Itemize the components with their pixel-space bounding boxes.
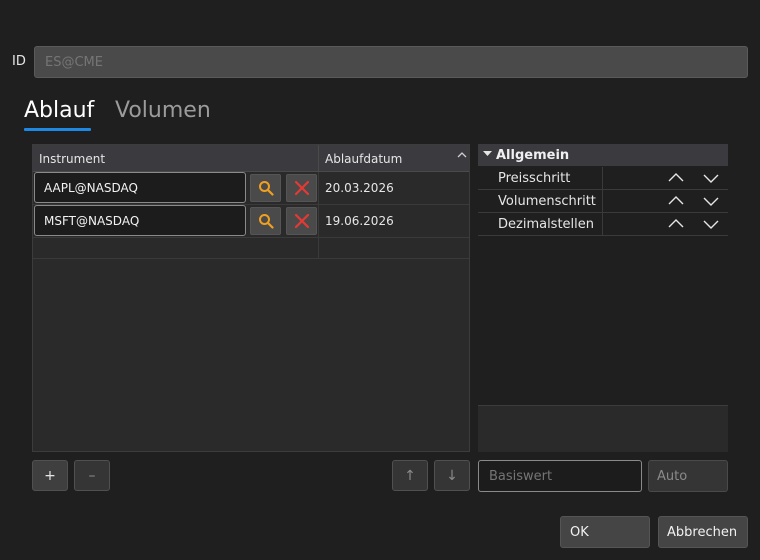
add-row-button[interactable]: +: [32, 460, 68, 491]
chevron-up-icon[interactable]: [666, 215, 686, 233]
property-separator: [602, 190, 603, 213]
tab-volumen[interactable]: Volumen: [115, 98, 211, 123]
id-label: ID: [12, 54, 26, 69]
instrument-table: Instrument Ablaufdatum 20.03.2026 19.06.…: [32, 144, 470, 452]
table-row-empty[interactable]: [33, 238, 469, 259]
chevron-down-icon[interactable]: [701, 192, 721, 210]
column-separator: [318, 145, 319, 172]
property-group-label: Allgemein: [496, 148, 570, 163]
property-description-panel: [478, 405, 728, 452]
table-header: Instrument Ablaufdatum: [33, 145, 469, 172]
property-label: Volumenschritt: [498, 194, 596, 209]
column-header-instrument[interactable]: Instrument: [39, 152, 105, 166]
search-icon: [258, 181, 274, 196]
column-separator: [318, 172, 319, 204]
close-icon: [294, 180, 309, 196]
collapse-triangle-icon[interactable]: [483, 149, 492, 161]
search-button[interactable]: [250, 207, 281, 235]
property-row-preisschritt: Preisschritt: [478, 167, 728, 190]
column-header-ablaufdatum[interactable]: Ablaufdatum: [325, 152, 402, 166]
property-label: Preisschritt: [498, 171, 571, 186]
expiry-date: 19.06.2026: [325, 214, 394, 228]
move-up-button[interactable]: ↑: [392, 460, 428, 491]
auto-button[interactable]: Auto: [648, 460, 728, 492]
chevron-down-icon[interactable]: [701, 215, 721, 233]
table-row: 20.03.2026: [33, 172, 469, 205]
chevron-up-icon[interactable]: [666, 169, 686, 187]
table-row: 19.06.2026: [33, 205, 469, 238]
active-tab-indicator: [24, 128, 91, 131]
cancel-button[interactable]: Abbrechen: [658, 516, 748, 548]
basiswert-input[interactable]: [478, 460, 642, 492]
property-label: Dezimalstellen: [498, 217, 595, 232]
search-icon: [258, 214, 274, 229]
column-separator: [318, 238, 319, 258]
search-button[interactable]: [250, 174, 281, 202]
ok-button[interactable]: OK: [560, 516, 650, 548]
property-row-volumenschritt: Volumenschritt: [478, 190, 728, 213]
property-grid: Allgemein Preisschritt Volumenschritt De…: [478, 144, 728, 452]
close-icon: [294, 213, 309, 229]
instrument-input[interactable]: [34, 205, 246, 236]
instrument-input[interactable]: [34, 172, 246, 203]
id-input[interactable]: [34, 46, 748, 78]
sort-ascending-icon[interactable]: [457, 150, 467, 163]
tab-ablauf[interactable]: Ablauf: [24, 98, 94, 123]
delete-button[interactable]: [286, 207, 317, 235]
property-group-header[interactable]: Allgemein: [478, 144, 728, 166]
property-separator: [602, 167, 603, 190]
property-row-dezimalstellen: Dezimalstellen: [478, 213, 728, 236]
move-down-button[interactable]: ↓: [434, 460, 470, 491]
column-separator: [318, 205, 319, 237]
property-separator: [602, 213, 603, 236]
chevron-down-icon[interactable]: [701, 169, 721, 187]
delete-button[interactable]: [286, 174, 317, 202]
chevron-up-icon[interactable]: [666, 192, 686, 210]
remove-row-button[interactable]: –: [74, 460, 110, 491]
expiry-date: 20.03.2026: [325, 181, 394, 195]
